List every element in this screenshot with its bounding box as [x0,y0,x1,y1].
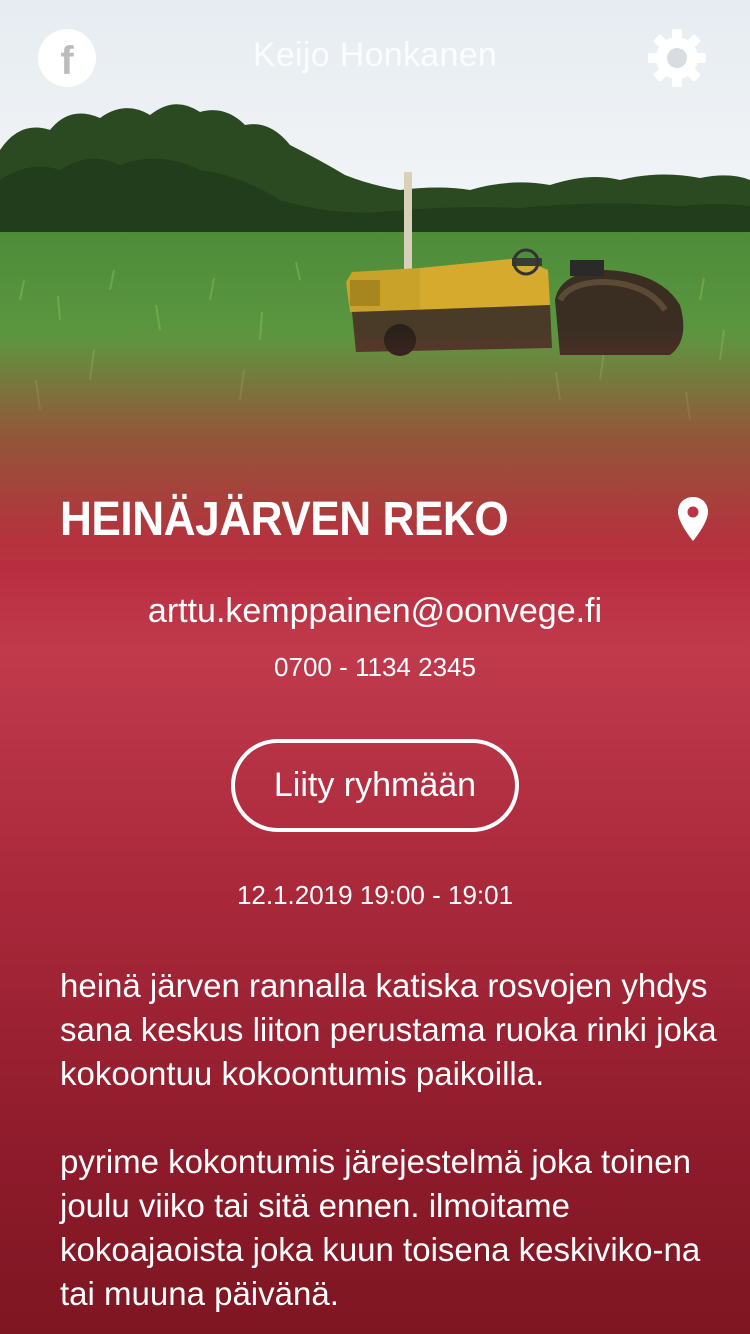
group-title: HEINÄJÄRVEN REKO [60,493,509,546]
description-paragraph: heinä järven rannalla katiska rosvojen y… [60,967,717,1092]
contact-phone[interactable]: 0700 - 1134 2345 [0,652,750,683]
user-name: Keijo Honkanen [252,36,498,74]
top-bar: f Keijo Honkanen [0,0,750,115]
settings-button[interactable] [646,27,708,89]
location-button[interactable] [676,496,710,542]
contact-email[interactable]: arttu.kemppainen@oonvege.fi [0,592,750,631]
gear-icon [648,29,706,87]
event-time: 12.1.2019 19:00 - 19:01 [236,880,514,910]
description-paragraph: pyrime kokontumis järejestelmä joka toin… [60,1143,701,1312]
group-detail-screen: f Keijo Honkanen HEINÄJÄRVEN REKO arttu.… [0,0,750,1334]
join-group-button[interactable]: Liity ryhmään [231,739,519,832]
location-pin-icon [678,497,708,541]
group-description: heinä järven rannalla katiska rosvojen y… [60,964,720,1334]
